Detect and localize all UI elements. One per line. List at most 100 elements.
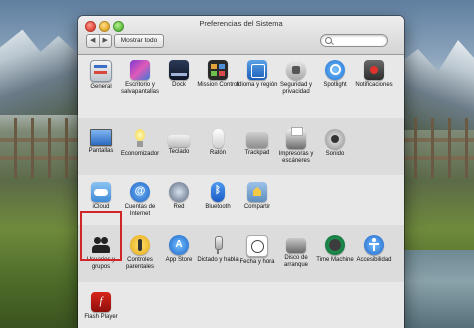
pane-date-time[interactable]: Fecha y hora — [237, 235, 277, 287]
wallpaper-fence-right — [400, 118, 474, 178]
pane-flash-player[interactable]: f Flash Player — [81, 292, 121, 328]
pane-sound[interactable]: Sonido — [315, 129, 355, 181]
pane-row-other — [78, 282, 404, 328]
pane-label: Trackpad — [244, 150, 270, 156]
keyboard-icon — [168, 135, 190, 147]
language-icon — [247, 60, 267, 80]
mouse-icon — [212, 129, 224, 148]
pane-label: Dock — [172, 82, 186, 88]
pane-time-machine[interactable]: Time Machine — [315, 235, 355, 287]
bluetooth-icon: ᛒ — [211, 182, 225, 202]
mission-control-icon — [208, 60, 228, 80]
pane-label: Fecha y hora — [239, 259, 275, 265]
pane-label: Seguridad y privacidad — [279, 82, 313, 95]
wallpaper-mountain-right — [394, 40, 474, 130]
pane-internet-accounts[interactable]: @ Cuentas de Internet — [120, 182, 160, 234]
dock-icon — [169, 60, 189, 80]
preference-panes-area: General Escritorio y salvapantallas Dock… — [78, 55, 404, 328]
pane-desktop[interactable]: Escritorio y salvapantallas — [120, 60, 160, 112]
pane-label: Idioma y región — [236, 82, 278, 88]
search-icon — [325, 37, 332, 44]
accessibility-icon — [364, 235, 384, 255]
pane-label: Compartir — [243, 204, 271, 210]
pane-mouse[interactable]: Ratón — [198, 129, 238, 181]
window-toolbar: Preferencias del Sistema ◀ ▶ Mostrar tod… — [78, 16, 404, 55]
pane-label: Impresoras y escáneres — [278, 151, 314, 164]
pane-label: Mission Control — [197, 82, 239, 88]
system-preferences-window: Preferencias del Sistema ◀ ▶ Mostrar tod… — [78, 16, 404, 328]
wallpaper-fence-left — [0, 118, 80, 178]
pane-notifications[interactable]: Notificaciones — [354, 60, 394, 112]
parental-controls-icon — [130, 235, 150, 255]
energy-icon — [130, 129, 150, 149]
date-time-icon — [246, 235, 268, 257]
pane-label: Economizador — [120, 151, 160, 157]
pane-label: App Store — [165, 257, 193, 263]
pane-label: Cuentas de Internet — [124, 204, 156, 217]
pane-label: General — [90, 84, 112, 90]
display-icon — [90, 129, 112, 146]
sharing-icon — [247, 182, 267, 202]
network-icon — [169, 182, 189, 202]
pane-app-store[interactable]: A App Store — [159, 235, 199, 287]
pane-label: Controles parentales — [125, 257, 155, 270]
security-icon — [286, 60, 306, 80]
pane-label: Ratón — [209, 150, 226, 156]
sound-icon — [325, 129, 345, 149]
pane-label: Sonido — [325, 151, 345, 157]
pane-displays[interactable]: Pantallas — [81, 129, 121, 181]
pane-network[interactable]: Red — [159, 182, 199, 234]
wallpaper-water — [400, 250, 474, 328]
pane-startup-disk[interactable]: Disco de arranque — [276, 235, 316, 287]
selected-pane-highlight — [80, 211, 122, 261]
pane-label: Pantallas — [88, 148, 114, 154]
trackpad-icon — [246, 132, 268, 148]
pane-language[interactable]: Idioma y región — [236, 60, 278, 112]
pane-bluetooth[interactable]: ᛒ Bluetooth — [198, 182, 238, 234]
pane-label: Escritorio y salvapantallas — [120, 82, 160, 95]
pane-label: Disco de arranque — [283, 255, 309, 268]
pane-sharing[interactable]: Compartir — [237, 182, 277, 234]
pane-label: Teclado — [168, 149, 190, 155]
printer-icon — [286, 127, 306, 149]
pane-label: Red — [173, 204, 185, 210]
search-input[interactable] — [333, 35, 383, 46]
forward-button[interactable]: ▶ — [100, 35, 112, 47]
search-field[interactable] — [320, 34, 388, 47]
pane-parental-controls[interactable]: Controles parentales — [120, 235, 160, 287]
back-button[interactable]: ◀ — [87, 35, 100, 47]
back-forward-control: ◀ ▶ — [86, 34, 112, 48]
pane-mission-control[interactable]: Mission Control — [197, 60, 239, 112]
pane-dictation[interactable]: Dictado y habla — [197, 235, 239, 287]
pane-label: Time Machine — [316, 257, 354, 263]
pane-printers[interactable]: Impresoras y escáneres — [276, 127, 316, 181]
pane-dock[interactable]: Dock — [159, 60, 199, 112]
wallpaper-mountain-left — [0, 29, 90, 115]
pane-keyboard[interactable]: Teclado — [159, 129, 199, 181]
pane-label: Spotlight — [323, 82, 347, 88]
spotlight-icon — [325, 60, 345, 80]
time-machine-icon — [325, 235, 345, 255]
pane-label: iCloud — [92, 204, 110, 210]
pane-energy[interactable]: Economizador — [120, 129, 160, 181]
pane-spotlight[interactable]: Spotlight — [315, 60, 355, 112]
pane-label: Flash Player — [84, 314, 118, 320]
pane-label: Dictado y habla — [197, 257, 239, 263]
desktop-icon — [130, 60, 150, 80]
pane-trackpad[interactable]: Trackpad — [237, 129, 277, 181]
app-store-icon: A — [169, 235, 189, 255]
internet-accounts-icon: @ — [130, 182, 150, 202]
show-all-button[interactable]: Mostrar todo — [114, 34, 164, 48]
pane-accessibility[interactable]: Accesibilidad — [354, 235, 394, 287]
dictation-icon — [208, 235, 228, 255]
pane-label: Notificaciones — [355, 82, 393, 88]
icloud-icon — [91, 182, 111, 202]
flash-player-icon: f — [91, 292, 111, 312]
pane-label: Bluetooth — [205, 204, 231, 210]
pane-security[interactable]: Seguridad y privacidad — [276, 60, 316, 112]
pane-general[interactable]: General — [81, 60, 121, 112]
pane-label: Accesibilidad — [356, 257, 392, 263]
startup-disk-icon — [286, 238, 306, 253]
general-icon — [90, 60, 112, 82]
notifications-icon — [364, 60, 384, 80]
